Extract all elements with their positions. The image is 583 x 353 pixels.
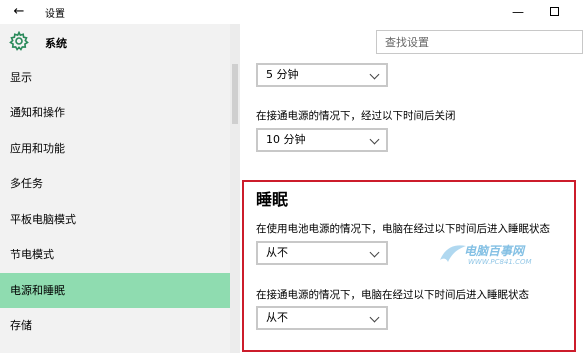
screen-plugged-dropdown[interactable]: 10 分钟: [256, 128, 388, 152]
window-title: 设置: [45, 9, 65, 20]
search-box[interactable]: [376, 30, 583, 54]
chevron-down-icon: [369, 69, 380, 80]
screen-battery-dropdown[interactable]: 5 分钟: [256, 63, 388, 87]
sidebar-item-multitasking[interactable]: 多任务: [0, 166, 230, 201]
sidebar-item-apps[interactable]: 应用和功能: [0, 131, 230, 166]
sidebar-item-power-sleep[interactable]: 电源和睡眠: [0, 273, 230, 308]
watermark-url: WWW.PC841.COM: [468, 258, 532, 266]
maximize-icon: [549, 7, 559, 16]
sidebar-item-notifications[interactable]: 通知和操作: [0, 95, 230, 130]
minimize-button[interactable]: —: [508, 2, 528, 22]
sidebar-header-label: 系统: [45, 37, 67, 50]
screen-plugged-description: 在接通电源的情况下，经过以下时间后关闭: [256, 110, 456, 122]
scrollbar[interactable]: [230, 24, 240, 353]
search-input[interactable]: [377, 31, 582, 53]
sidebar-item-tablet-mode[interactable]: 平板电脑模式: [0, 202, 230, 237]
watermark-text: 电脑百事网: [464, 244, 525, 258]
sidebar-item-storage[interactable]: 存储: [0, 308, 230, 343]
chevron-down-icon: [369, 134, 380, 145]
back-arrow-icon[interactable]: ←: [10, 3, 28, 21]
sidebar: 系统 显示 通知和操作 应用和功能 多任务 平板电脑模式 节电模式 电源和睡眠 …: [0, 24, 230, 353]
sidebar-item-display[interactable]: 显示: [0, 60, 230, 95]
sidebar-header: 系统: [0, 24, 230, 60]
title-bar: ← 设置 —: [0, 0, 583, 24]
watermark-logo: 电脑百事网 WWW.PC841.COM: [438, 240, 548, 274]
scrollbar-thumb[interactable]: [232, 64, 238, 124]
sidebar-item-battery-saver[interactable]: 节电模式: [0, 237, 230, 272]
screen-battery-value: 5 分钟: [266, 68, 299, 81]
screen-plugged-value: 10 分钟: [266, 133, 306, 146]
maximize-button[interactable]: [544, 2, 564, 22]
gear-icon: [9, 31, 29, 51]
